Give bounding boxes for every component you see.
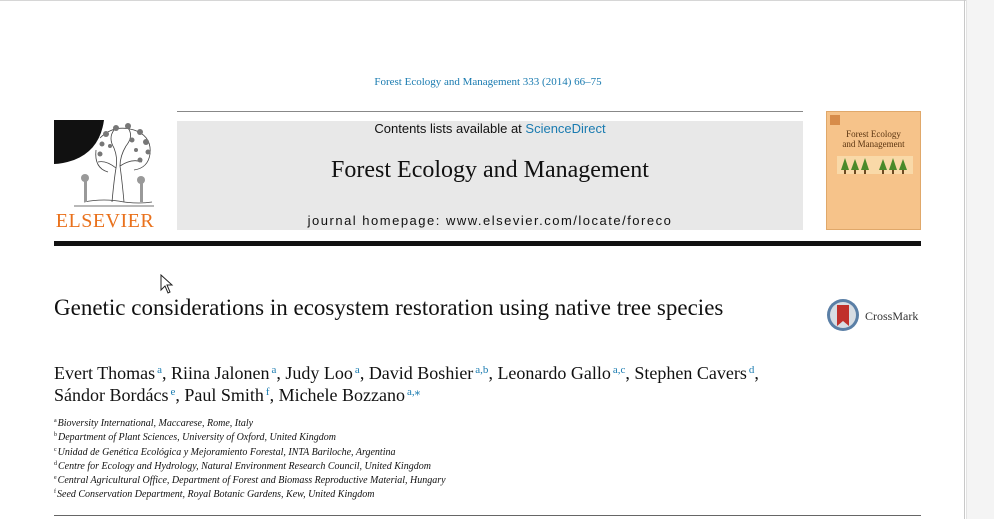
contents-prefix: Contents lists available at xyxy=(374,121,526,136)
affiliation-item: aBioversity International, Maccarese, Ro… xyxy=(54,417,754,431)
author-affiliation-marker[interactable]: a,⁎ xyxy=(407,386,420,398)
affiliation-text: Central Agricultural Office, Department … xyxy=(57,475,446,487)
header-divider xyxy=(177,111,803,112)
affiliation-item: fSeed Conservation Department, Royal Bot… xyxy=(54,488,754,502)
author-name[interactable]: Sándor Bordács xyxy=(54,385,168,405)
crossmark-badge[interactable]: CrossMark xyxy=(826,297,926,333)
sciencedirect-link[interactable]: ScienceDirect xyxy=(525,121,605,136)
cover-title-line: Forest Ecology xyxy=(846,129,901,139)
contents-availability: Contents lists available at ScienceDirec… xyxy=(177,121,803,136)
journal-homepage[interactable]: journal homepage: www.elsevier.com/locat… xyxy=(177,213,803,228)
journal-citation-link[interactable]: Forest Ecology and Management 333 (2014)… xyxy=(0,76,976,88)
author-name[interactable]: Judy Loo xyxy=(285,363,353,383)
author-affiliation-marker[interactable]: a,b xyxy=(475,364,488,376)
journal-name: Forest Ecology and Management xyxy=(331,157,649,183)
affiliation-text: Seed Conservation Department, Royal Bota… xyxy=(57,489,375,501)
affiliation-item: dCentre for Ecology and Hydrology, Natur… xyxy=(54,460,754,474)
crossmark-icon xyxy=(827,299,859,331)
section-divider xyxy=(54,515,921,516)
cover-title-line: and Management xyxy=(842,139,905,149)
author-name[interactable]: Leonardo Gallo xyxy=(497,363,610,383)
author-affiliation-marker[interactable]: a,c xyxy=(613,364,626,376)
journal-cover[interactable]: Forest Ecology and Management xyxy=(826,111,921,230)
author-list: Evert Thomas a, Riina Jalonen a, Judy Loo a… xyxy=(54,362,914,406)
author-name[interactable]: Evert Thomas xyxy=(54,363,155,383)
author-name[interactable]: David Boshier xyxy=(369,363,473,383)
crossmark-label: CrossMark xyxy=(865,309,919,323)
affiliation-key: b xyxy=(54,432,57,439)
author-name[interactable]: Stephen Cavers xyxy=(634,363,746,383)
journal-header: Contents lists available at ScienceDirec… xyxy=(177,121,803,230)
mouse-cursor-icon xyxy=(160,274,174,294)
author-separator: , xyxy=(359,363,369,383)
affiliation-key: d xyxy=(54,460,57,467)
author-name[interactable]: Paul Smith xyxy=(184,385,264,405)
page-edge-top xyxy=(0,0,994,1)
affiliation-text: Department of Plant Sciences, University… xyxy=(58,432,336,444)
affiliation-list: aBioversity International, Maccarese, Ro… xyxy=(54,417,754,503)
affiliation-text: Unidad de Genética Ecológica y Mejoramie… xyxy=(57,446,396,458)
author-name[interactable]: Riina Jalonen xyxy=(171,363,269,383)
affiliation-key: a xyxy=(54,418,57,424)
affiliation-item: cUnidad de Genética Ecológica y Mejorami… xyxy=(54,446,754,460)
affiliation-text: Centre for Ecology and Hydrology, Natura… xyxy=(58,460,431,472)
affiliation-text: Bioversity International, Maccarese, Rom… xyxy=(57,418,254,429)
masthead-rule xyxy=(54,241,921,246)
elsevier-wordmark: ELSEVIER xyxy=(55,210,155,232)
author-name[interactable]: Michele Bozzano xyxy=(279,385,405,405)
elsevier-emblem-icon xyxy=(830,115,840,125)
affiliation-key: c xyxy=(54,446,57,453)
author-separator: , xyxy=(754,363,759,383)
author-separator: , xyxy=(162,363,172,383)
affiliation-item: bDepartment of Plant Sciences, Universit… xyxy=(54,431,754,445)
author-separator: , xyxy=(269,385,279,405)
cover-title: Forest Ecology and Management xyxy=(827,129,920,149)
article-title: Genetic considerations in ecosystem rest… xyxy=(54,295,724,320)
affiliation-item: eCentral Agricultural Office, Department… xyxy=(54,474,754,488)
elsevier-tree-icon xyxy=(54,120,154,207)
cover-trees-icon xyxy=(837,156,913,174)
elsevier-logo: ELSEVIER xyxy=(54,120,156,232)
affiliation-key: f xyxy=(54,489,56,496)
affiliation-key: e xyxy=(54,475,57,482)
